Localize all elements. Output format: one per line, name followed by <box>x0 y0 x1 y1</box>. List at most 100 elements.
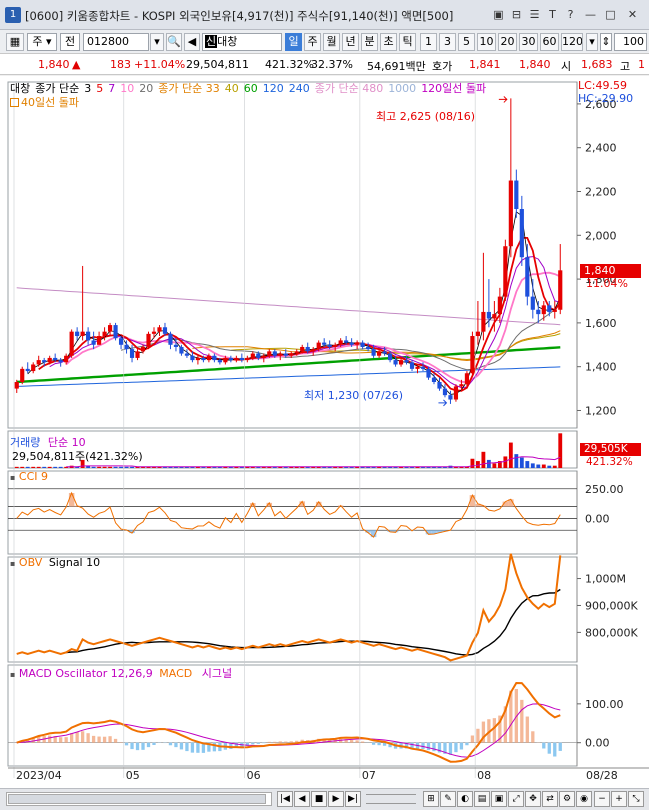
period-week[interactable]: 주 <box>304 33 321 51</box>
expand-icon[interactable]: ⤡ <box>628 791 644 807</box>
legend-item[interactable]: 종가 단순 33 <box>158 82 219 95</box>
interval-60[interactable]: 60 <box>540 33 559 51</box>
macd-title: MACD Oscillator 12,26,9 <box>18 667 153 680</box>
legend-item[interactable]: 120 <box>263 82 284 95</box>
layout-icon[interactable]: ▣ <box>491 7 506 22</box>
candle-body <box>118 338 124 345</box>
help-icon[interactable]: ? <box>563 7 578 22</box>
candle-body <box>261 355 266 358</box>
menu-icon[interactable]: ☰ <box>527 7 542 22</box>
volume-bar <box>97 466 102 468</box>
y-tick-label: 2,000 <box>585 229 617 242</box>
macd-osc-bar <box>553 742 557 757</box>
volume-bar <box>492 463 497 468</box>
settings-icon[interactable]: ⚙ <box>559 791 575 807</box>
period-minute[interactable]: 분 <box>361 33 378 51</box>
legend-item[interactable]: 240 <box>289 82 310 95</box>
macd-osc-bar <box>542 742 546 749</box>
count-input[interactable]: 100 <box>614 33 647 51</box>
zoom-in-icon[interactable]: + <box>611 791 627 807</box>
speaker-icon[interactable]: ◀ <box>184 33 200 51</box>
legend-item[interactable]: 20 <box>139 82 153 95</box>
zoom-icon[interactable]: ⊞ <box>423 791 439 807</box>
candle-body <box>195 357 201 361</box>
link-icon[interactable]: ⇄ <box>542 791 558 807</box>
legend-item[interactable]: 1000 <box>388 82 416 95</box>
interval-20[interactable]: 20 <box>498 33 517 51</box>
candle-body <box>470 336 475 374</box>
candle-body <box>300 346 305 352</box>
macd-osc-bar <box>377 742 381 746</box>
legend-item[interactable]: 120일선 돌파 <box>421 82 486 95</box>
period-tick[interactable]: 틱 <box>399 33 416 51</box>
split-icon[interactable]: ⊟ <box>509 7 524 22</box>
candle-body <box>151 331 157 334</box>
legend-item[interactable]: 60 <box>244 82 258 95</box>
candle-body <box>146 333 151 347</box>
legend-item[interactable]: 5 <box>96 82 103 95</box>
spin-icon[interactable]: ⇕ <box>600 33 612 51</box>
legend-item[interactable]: 종가 단순 480 <box>315 82 383 95</box>
mode-icon[interactable]: ◐ <box>457 791 473 807</box>
legend-item[interactable]: 40 <box>225 82 239 95</box>
scroll-prev-icon[interactable]: ◀ <box>294 791 310 807</box>
minimize-icon[interactable]: — <box>583 7 598 22</box>
more-icon[interactable]: ▾ <box>586 33 598 51</box>
layout-toggle-icon[interactable]: ▤ <box>474 791 490 807</box>
stock-code-input[interactable]: 012800 <box>83 33 149 51</box>
prev-button[interactable]: 전 <box>60 33 80 51</box>
interval-3[interactable]: 3 <box>439 33 456 51</box>
scroll-first-icon[interactable]: |◀ <box>277 791 293 807</box>
market-select[interactable]: 주 ▾ <box>27 33 57 51</box>
macd-osc-bar <box>97 736 101 743</box>
interval-5[interactable]: 5 <box>458 33 475 51</box>
chart-canvas[interactable]: 2,6002,4002,2002,0001,8001,6001,4001,200… <box>0 76 649 788</box>
period-year[interactable]: 년 <box>342 33 359 51</box>
grid-icon[interactable]: ▦ <box>6 33 24 51</box>
close-icon[interactable]: ✕ <box>625 7 640 22</box>
maximize-icon[interactable]: □ <box>603 7 618 22</box>
chart-statusbar: |◀ ◀ ■ ▶ ▶| ⊞ ✎ ◐ ▤ ▣ ⤢ ✥ ⇄ ⚙ ◉ − + ⤡ <box>0 788 649 810</box>
text-icon[interactable]: T <box>545 7 560 22</box>
search-icon[interactable]: 🔍 <box>166 33 182 51</box>
tools-icon[interactable]: ✎ <box>440 791 456 807</box>
period-day[interactable]: 일 <box>285 33 302 51</box>
macd-osc-bar <box>190 742 195 753</box>
camera-icon[interactable]: ◉ <box>576 791 592 807</box>
candle-body <box>129 349 135 358</box>
scroll-last-icon[interactable]: ▶| <box>345 791 361 807</box>
macd-osc-bar <box>355 740 359 743</box>
zoom-slider[interactable] <box>366 794 416 804</box>
volume-bar <box>31 466 36 468</box>
zoom-out-icon[interactable]: − <box>594 791 610 807</box>
period-month[interactable]: 월 <box>323 33 340 51</box>
chevron-down-icon[interactable]: ▾ <box>150 33 164 51</box>
interval-120[interactable]: 120 <box>561 33 583 51</box>
fit-icon[interactable]: ⤢ <box>508 791 524 807</box>
horizontal-scrollbar[interactable] <box>6 792 272 806</box>
candle-body <box>530 296 535 310</box>
interval-1[interactable]: 1 <box>420 33 437 51</box>
scroll-next-icon[interactable]: ▶ <box>328 791 344 807</box>
x-tick-label: 05 <box>126 769 140 782</box>
period-second[interactable]: 초 <box>380 33 397 51</box>
stop-icon[interactable]: ■ <box>311 791 327 807</box>
volume-bar <box>119 466 123 468</box>
legend-item[interactable]: 3 <box>84 82 91 95</box>
candle-body <box>420 366 426 369</box>
cci-fill-up <box>68 492 75 507</box>
legend-item[interactable]: 7 <box>108 82 115 95</box>
interval-10[interactable]: 10 <box>477 33 496 51</box>
macd-osc-bar <box>48 735 52 743</box>
scroll-thumb[interactable] <box>8 794 266 804</box>
candle-body <box>289 353 294 356</box>
image-icon[interactable]: ▣ <box>491 791 507 807</box>
interval-30[interactable]: 30 <box>519 33 538 51</box>
quote-row: 1,840 ▲ 183 +11.04% 29,504,811 421.32% 3… <box>0 54 649 75</box>
candle-body <box>453 386 459 400</box>
pan-icon[interactable]: ✥ <box>525 791 541 807</box>
candle-body <box>97 336 102 345</box>
legend-item[interactable]: 10 <box>120 82 134 95</box>
y-tick-label: 1,400 <box>585 361 617 374</box>
candle-body <box>475 331 480 337</box>
